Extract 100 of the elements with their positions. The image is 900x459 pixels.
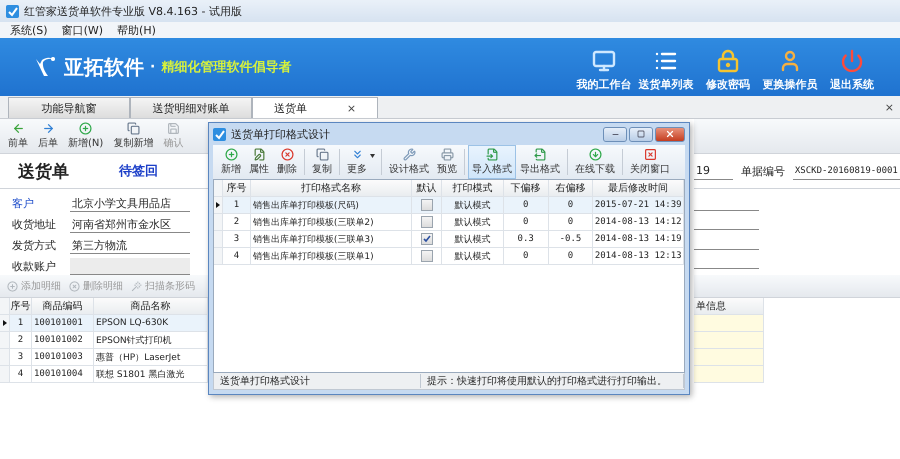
table-cell: 默认模式	[442, 248, 504, 265]
dialog-title: 送货单打印格式设计	[231, 126, 330, 142]
nav-button[interactable]: 送货单列表	[638, 49, 694, 92]
checkbox[interactable]	[420, 199, 433, 211]
export-icon	[534, 148, 546, 161]
field-link[interactable]: 客户	[12, 196, 70, 211]
table-cell: EPSON LQ-630K	[94, 315, 208, 332]
table-cell: 1	[222, 197, 251, 214]
table-cell: 0	[504, 248, 549, 265]
tab[interactable]: 送货明细对账单	[130, 97, 252, 118]
toolbar-button[interactable]: 在线下载	[571, 145, 619, 179]
close-icon	[665, 129, 675, 139]
column-header: 序号	[222, 180, 251, 197]
nav-button[interactable]: 更换操作员	[762, 49, 818, 92]
row-header	[0, 298, 10, 315]
wrench-icon	[402, 148, 416, 161]
printer-icon	[440, 148, 454, 161]
toolbar-button[interactable]: 新增	[217, 145, 245, 179]
copy-icon	[316, 148, 328, 161]
toolbar-button[interactable]: 前单	[4, 119, 32, 153]
download-icon	[588, 148, 602, 161]
close-icon[interactable]: ×	[346, 102, 356, 114]
table-cell: 2014-08-13 14:12	[593, 214, 684, 231]
field-label: 发货方式	[12, 238, 57, 253]
table-cell: 销售出库单打印模板(尺码)	[250, 197, 412, 214]
column-header: 打印格式名称	[250, 180, 412, 197]
table-cell: 100101001	[32, 315, 94, 332]
separator-dot: ·	[150, 59, 156, 75]
tab[interactable]: 送货单 ×	[252, 97, 378, 118]
arrow-left-icon	[12, 122, 24, 135]
nav-button[interactable]: 修改密码	[700, 49, 756, 92]
table-cell: 0	[548, 197, 594, 214]
document-status: 待签回	[119, 163, 158, 180]
nav-button[interactable]: 退出系统	[824, 49, 880, 92]
minimize-button[interactable]	[603, 126, 627, 142]
input-field[interactable]: 19	[694, 162, 733, 180]
menu-item[interactable]: 系统(S)	[10, 22, 48, 38]
input-field[interactable]: 河南省郑州市金水区	[70, 216, 190, 233]
tab[interactable]: 功能导航窗	[8, 97, 130, 118]
input-field[interactable]: 第三方物流	[70, 237, 190, 254]
toolbar-button[interactable]: 预览	[433, 145, 461, 179]
row-header[interactable]	[0, 315, 10, 332]
document-title: 送货单	[18, 160, 69, 182]
table-cell: 100101002	[32, 332, 94, 349]
table-cell: EPSON针式打印机	[94, 332, 208, 349]
column-header: 下偏移	[504, 180, 549, 197]
toolbar-button[interactable]: 属性	[245, 145, 273, 179]
table-cell: 3	[10, 349, 32, 366]
toolbar-button[interactable]: 设计格式	[385, 145, 433, 179]
input-field[interactable]	[70, 258, 190, 275]
toolbar-button[interactable]: 更多	[343, 145, 378, 179]
table-cell: 0	[504, 197, 549, 214]
copy-icon	[126, 122, 140, 135]
toolbar-button[interactable]: 后单	[34, 119, 62, 153]
table-cell: 默认模式	[442, 214, 504, 231]
power-icon	[840, 49, 864, 73]
column-header: 最后修改时间	[593, 180, 684, 197]
table-cell: 2014-08-13 14:19	[593, 231, 684, 248]
toolbar-button[interactable]: 导入格式	[468, 145, 516, 179]
checkbox[interactable]	[420, 216, 433, 228]
table-cell: 0.3	[504, 231, 549, 248]
table-cell: 0	[548, 214, 594, 231]
nav-button[interactable]: 我的工作台	[576, 49, 632, 92]
close-button[interactable]	[655, 126, 685, 142]
toolbar-button[interactable]: 导出格式	[516, 145, 564, 179]
plus-icon	[7, 280, 18, 292]
toolbar-button[interactable]: 删除	[273, 145, 301, 179]
plus-icon	[224, 148, 238, 161]
menu-item[interactable]: 窗口(W)	[62, 22, 104, 38]
input-field[interactable]: 北京小学文具用品店	[70, 195, 190, 212]
maximize-button[interactable]	[629, 126, 653, 142]
input-field[interactable]: XSCKD-20160819-0001	[792, 162, 900, 180]
app-icon	[6, 4, 19, 18]
table-cell: -0.5	[548, 231, 594, 248]
checkbox[interactable]	[420, 233, 433, 245]
menu-item[interactable]: 帮助(H)	[117, 22, 156, 38]
close-icon[interactable]: ×	[884, 100, 894, 114]
table-cell: 默认模式	[442, 197, 504, 214]
table-cell: 100101003	[32, 349, 94, 366]
table-cell: 3	[222, 231, 251, 248]
table-cell: 2	[222, 214, 251, 231]
table-cell: 4	[10, 366, 32, 383]
toolbar-button[interactable]: 复制	[308, 145, 336, 179]
app-icon	[213, 128, 226, 140]
column-header: 打印模式	[442, 180, 504, 197]
table-cell: 2014-08-13 12:13	[593, 248, 684, 265]
toolbar-button[interactable]: 复制新增	[109, 119, 158, 153]
toolbar-button[interactable]: 关闭窗口	[626, 145, 674, 179]
table-cell: 4	[222, 248, 251, 265]
lock-icon	[716, 49, 740, 73]
logo-icon	[34, 56, 58, 78]
column-header: 商品编码	[32, 298, 94, 315]
field-label: 收款账户	[12, 259, 57, 274]
table-cell: 销售出库单打印模板(三联单2)	[250, 214, 412, 231]
row-header[interactable]	[214, 197, 223, 214]
maximize-icon	[637, 130, 645, 138]
checkbox[interactable]	[420, 250, 433, 262]
edit-icon	[252, 148, 266, 161]
toolbar-button[interactable]: 新增(N)	[64, 119, 108, 153]
table-cell: 100101004	[32, 366, 94, 383]
